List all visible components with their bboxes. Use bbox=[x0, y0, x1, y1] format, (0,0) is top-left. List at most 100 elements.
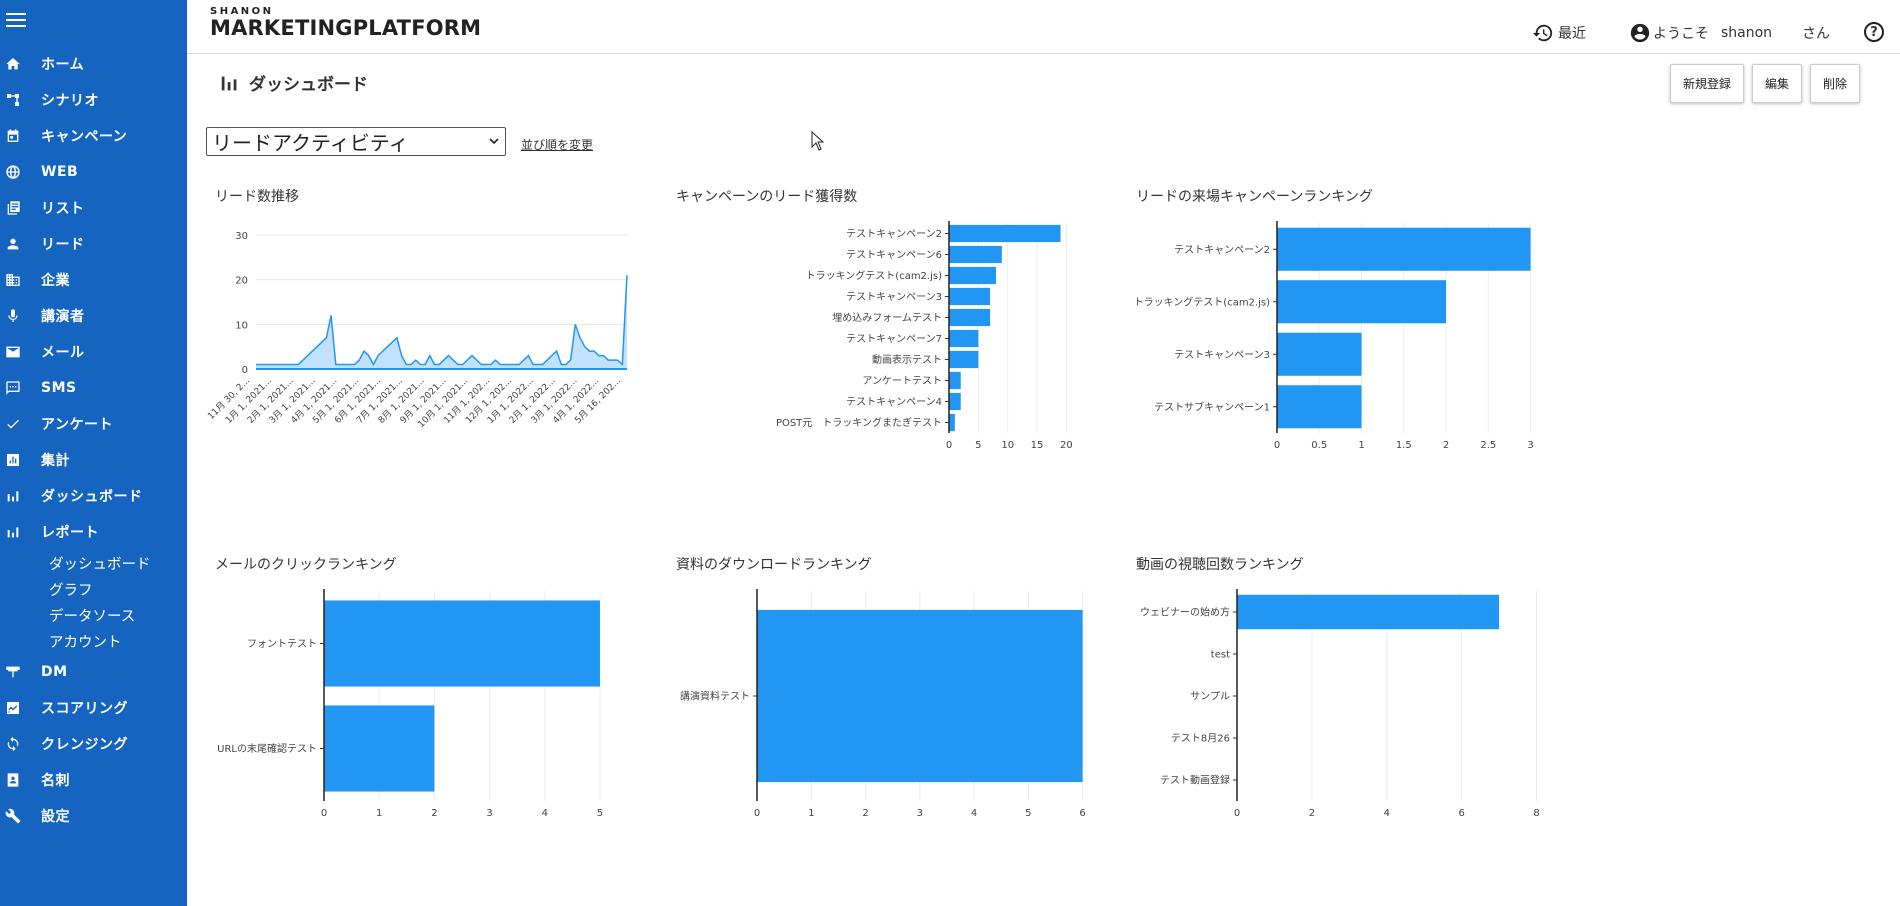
sidebar-item-wrench-104[interactable]: 設定 bbox=[0, 798, 187, 834]
chart-2: リードの来場キャンペーンランキング 0 0.5 1 1.5 2 2.5 3 テストキャンペーン2… bbox=[1134, 186, 1586, 496]
x-tick-label: 2 bbox=[1309, 808, 1315, 819]
user-menu[interactable]: ようこそ shanon さん bbox=[1629, 22, 1830, 44]
new-button[interactable]: 新規登録 bbox=[1670, 64, 1745, 103]
sidebar: ホームシナリオキャンペーン WEB リストリード企業講演者メール SMS アンケート集計… bbox=[0, 0, 187, 906]
x-tick-label: 3 bbox=[917, 808, 923, 819]
scoring-icon bbox=[5, 700, 21, 716]
list-icon bbox=[5, 200, 21, 216]
x-tick-label: 0 bbox=[1234, 808, 1240, 819]
x-tick-label: 0 bbox=[321, 808, 327, 819]
sidebar-item-label: ダッシュボード bbox=[41, 489, 143, 505]
sidebar-item-label: 名刺 bbox=[41, 773, 70, 789]
sidebar-item-building-6[interactable]: 企業 bbox=[0, 262, 187, 298]
bar bbox=[949, 266, 996, 285]
account-circle-icon bbox=[1630, 23, 1650, 43]
sidebar-item-bar-chart-12[interactable]: ダッシュボード bbox=[0, 478, 187, 514]
chevron-down-icon bbox=[489, 138, 499, 145]
page-title-text: ダッシュボード bbox=[249, 75, 368, 95]
reorder-link[interactable]: 並び順を変更 bbox=[521, 136, 593, 153]
category-label: アンケートテスト bbox=[862, 375, 942, 387]
sidebar-subitem[interactable]: データソース bbox=[49, 602, 187, 628]
x-tick-label: 1 bbox=[1358, 440, 1364, 451]
category-label: テストキャンペーン3 bbox=[846, 292, 942, 303]
sidebar-item-scenario-1[interactable]: シナリオ bbox=[0, 82, 187, 118]
bar-chart-icon bbox=[5, 488, 21, 504]
welcome-label: ようこそ bbox=[1653, 26, 1709, 42]
sidebar-item-microphone-7[interactable]: 講演者 bbox=[0, 298, 187, 334]
category-label: ウェビナーの始め方 bbox=[1140, 606, 1230, 619]
sidebar-subitem[interactable]: ダッシュボード bbox=[49, 550, 187, 576]
sidebar-item-cleansing-102[interactable]: クレンジング bbox=[0, 726, 187, 762]
globe-icon bbox=[5, 164, 21, 180]
sidebar-item-report-11[interactable]: 集計 bbox=[0, 442, 187, 478]
help-icon[interactable]: ? bbox=[1864, 22, 1884, 42]
sidebar-subitem[interactable]: グラフ bbox=[49, 576, 187, 602]
category-label: テストサブキャンペーン1 bbox=[1154, 400, 1270, 413]
category-label: test bbox=[1211, 650, 1230, 661]
category-label: POST元 トラッキングまたぎテスト bbox=[776, 416, 942, 429]
sidebar-item-calendar-2[interactable]: キャンペーン bbox=[0, 118, 187, 154]
chart-svg: 0 1 2 3 4 5 フォントテスト URLの末尾確認テスト bbox=[217, 589, 603, 819]
sidebar-item-label: 設定 bbox=[41, 809, 70, 825]
bar bbox=[1277, 385, 1362, 429]
sidebar-item-person-5[interactable]: リード bbox=[0, 226, 187, 262]
bar bbox=[324, 705, 435, 792]
sidebar-subitem[interactable]: アカウント bbox=[49, 628, 187, 654]
bar bbox=[1277, 332, 1362, 376]
chart-0: リード数推移 0 10 20 30 11月 30, 2... 1月 1, 2021... 2月… bbox=[206, 186, 665, 496]
sidebar-item-label: メール bbox=[41, 345, 85, 361]
sidebar-item-list-4[interactable]: リスト bbox=[0, 190, 187, 226]
report-subnav: ダッシュボード グラフ データソース アカウント bbox=[0, 550, 187, 654]
sidebar-item-label: シナリオ bbox=[41, 93, 99, 109]
dashboard-select-value: リードアクティビティ bbox=[212, 131, 409, 155]
bar bbox=[949, 329, 979, 348]
chart-svg: 0 5 10 15 20 テストキャンペーン2 テストキャンペーン6 トラッキングテスト(ca… bbox=[776, 221, 1073, 451]
person-icon bbox=[5, 236, 21, 252]
sidebar-item-business-card-103[interactable]: 名刺 bbox=[0, 762, 187, 798]
x-tick-label: 0 bbox=[754, 808, 760, 819]
y-tick-label: 0 bbox=[242, 365, 248, 376]
sidebar-item-bar-chart-13[interactable]: レポート bbox=[0, 514, 187, 550]
x-tick-label: 2 bbox=[862, 808, 868, 819]
chart-5: 動画の視聴回数ランキング 0 2 4 6 8 ウェビナーの始め方 test サンプル テスト8月2… bbox=[1136, 554, 1586, 854]
bar bbox=[1277, 280, 1447, 324]
category-label: 講演資料テスト bbox=[680, 690, 750, 703]
sidebar-item-label: キャンペーン bbox=[41, 129, 128, 145]
dashboard-select[interactable]: リードアクティビティ bbox=[206, 127, 506, 156]
sidebar-item-sms-9[interactable]: SMS bbox=[0, 370, 187, 406]
edit-button[interactable]: 編集 bbox=[1752, 64, 1803, 103]
cleansing-icon bbox=[5, 736, 21, 752]
sidebar-item-home-0[interactable]: ホーム bbox=[0, 46, 187, 82]
x-tick-label: 0 bbox=[1274, 440, 1280, 451]
sidebar-item-scoring-101[interactable]: スコアリング bbox=[0, 690, 187, 726]
check-icon bbox=[5, 416, 21, 432]
category-label: フォントテスト bbox=[247, 639, 317, 650]
recent-button[interactable]: 最近 bbox=[1532, 22, 1586, 44]
sidebar-item-label: 集計 bbox=[41, 453, 70, 469]
category-label: トラッキングテスト(cam2.js) bbox=[806, 269, 942, 282]
chart-4: 資料のダウンロードランキング 0 1 2 3 4 5 6 講演資料テスト bbox=[676, 554, 1126, 854]
sidebar-item-label: DM bbox=[41, 664, 68, 680]
building-icon bbox=[5, 272, 21, 288]
scenario-icon bbox=[5, 92, 21, 108]
category-label: テストキャンペーン2 bbox=[1174, 245, 1270, 256]
dm-icon bbox=[5, 664, 21, 680]
bar bbox=[1237, 594, 1500, 630]
brand-logo[interactable]: SHANON MARKETINGPLATFORM bbox=[210, 6, 481, 40]
sidebar-item-check-10[interactable]: アンケート bbox=[0, 406, 187, 442]
x-tick-label: 1 bbox=[808, 808, 814, 819]
x-tick-label: 15 bbox=[1031, 440, 1044, 451]
series-line bbox=[256, 275, 628, 367]
x-tick-label: 2 bbox=[431, 808, 437, 819]
y-tick-label: 20 bbox=[235, 276, 248, 287]
category-label: サンプル bbox=[1190, 691, 1230, 703]
bar bbox=[1277, 227, 1531, 271]
user-name: shanon bbox=[1721, 25, 1773, 41]
sidebar-item-dm-100[interactable]: DM bbox=[0, 654, 187, 690]
sidebar-item-mail-8[interactable]: メール bbox=[0, 334, 187, 370]
sidebar-item-label: リード bbox=[41, 237, 85, 253]
sidebar-item-label: 講演者 bbox=[41, 309, 85, 325]
menu-icon[interactable] bbox=[6, 13, 26, 29]
delete-button[interactable]: 削除 bbox=[1810, 64, 1861, 103]
sidebar-item-globe-3[interactable]: WEB bbox=[0, 154, 187, 190]
